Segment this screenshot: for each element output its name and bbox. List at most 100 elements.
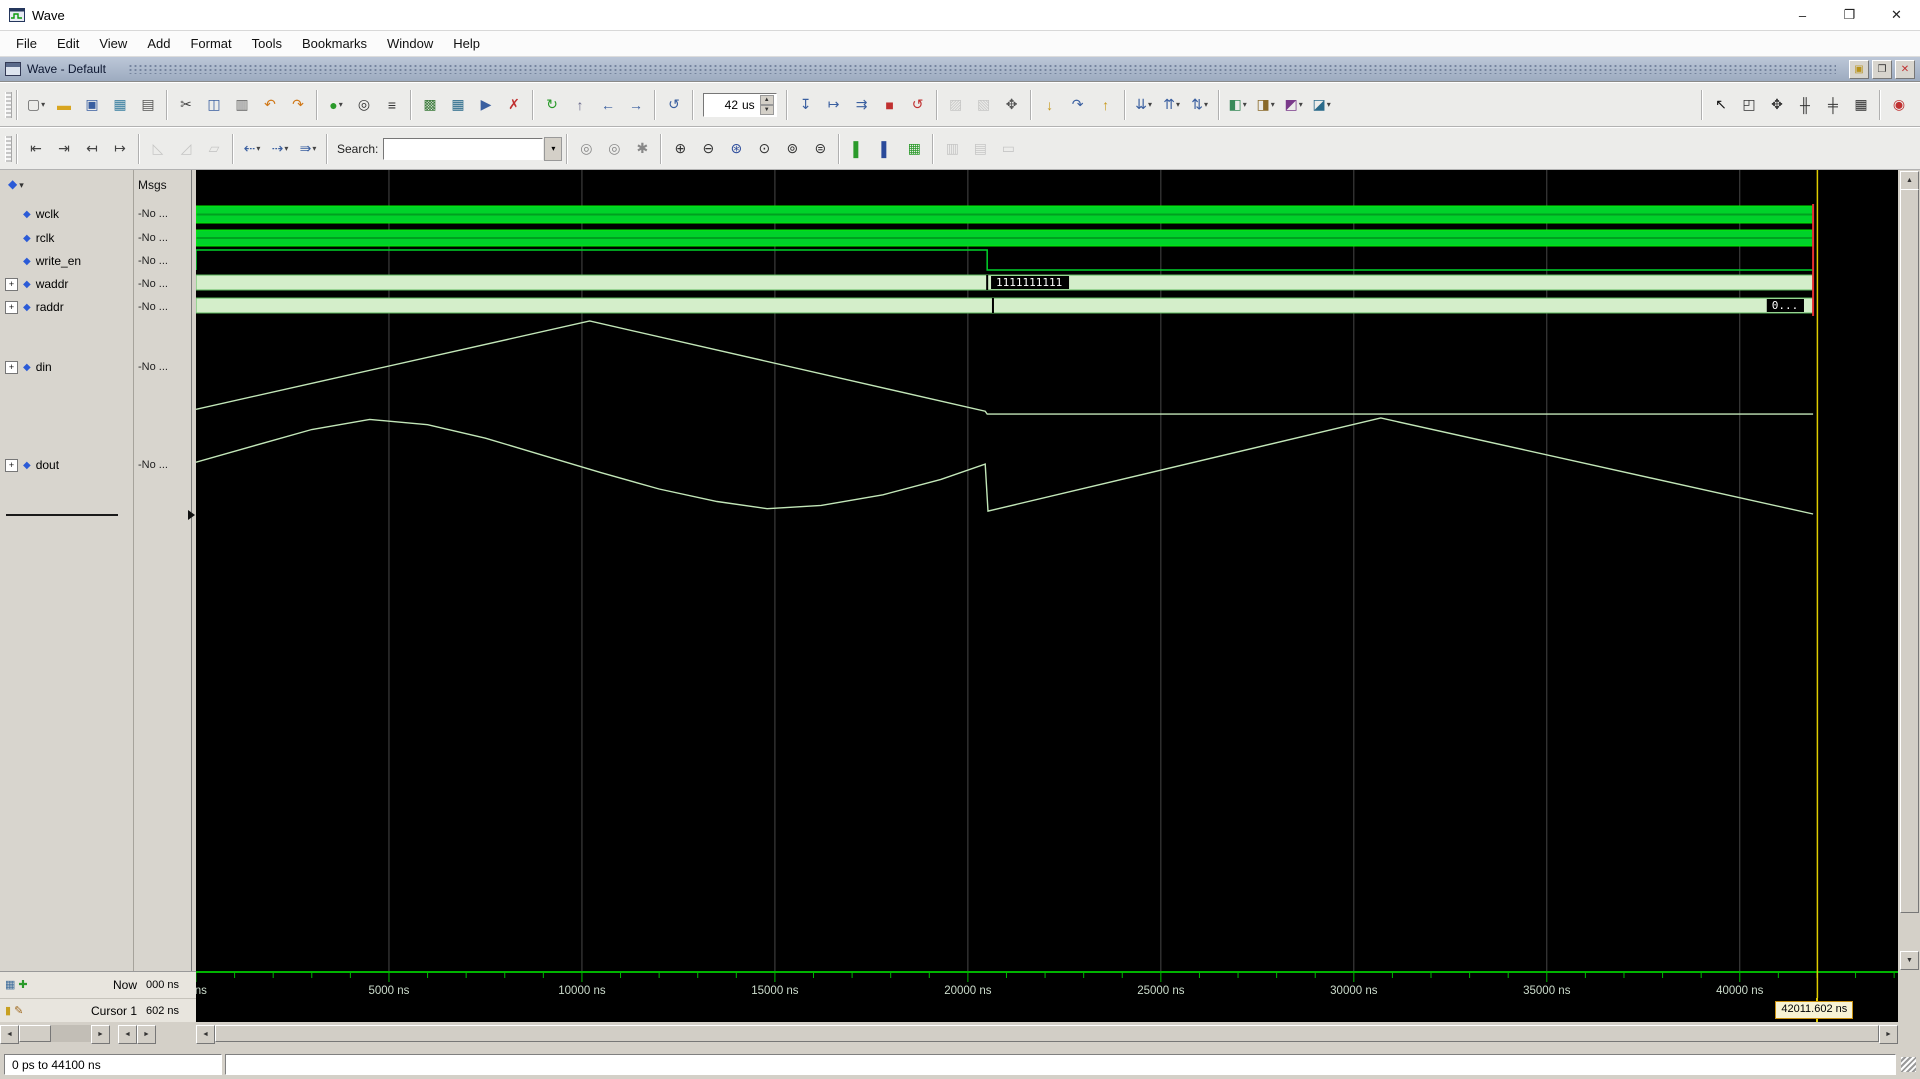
zoom-in-icon[interactable]: ⊕ [667, 136, 693, 162]
signal-row-rclk[interactable]: ◆ rclk -No ... [0, 228, 191, 248]
expander-icon[interactable]: + [5, 458, 18, 472]
panel-scroll-thumb[interactable] [19, 1025, 51, 1042]
close-button[interactable]: ✕ [1873, 0, 1920, 30]
wave-scroll-track[interactable] [215, 1025, 1879, 1042]
expander-icon[interactable]: + [5, 277, 18, 291]
panel-scroll-right-icon[interactable]: ► [91, 1025, 110, 1044]
edit-cursor-icon[interactable]: ✎ [14, 1005, 23, 1017]
add-cursor-icon[interactable]: ✚ [18, 979, 27, 991]
menu-window[interactable]: Window [377, 36, 443, 51]
restart-icon[interactable]: ↺ [661, 92, 687, 118]
expander-icon[interactable]: + [5, 300, 18, 314]
cursor-value-box[interactable]: 42011.602 ns [1775, 1001, 1854, 1019]
pan-mode-icon[interactable]: ✥ [1764, 92, 1790, 118]
new-document-icon[interactable]: ▢ ▾ [23, 92, 49, 118]
timeline-ruler[interactable]: 0 ns 5000 ns 10000 ns 15000 ns 20000 ns 25000… [185, 971, 1898, 998]
signal-row-raddr[interactable]: + ◆ raddr -No ... [0, 297, 191, 317]
copy-icon[interactable]: ◫ [201, 92, 227, 118]
open-icon[interactable]: ▬ [51, 92, 77, 118]
expand-all-icon[interactable]: ▥ [939, 136, 965, 162]
history-forward-icon[interactable]: ⇢ ▾ [267, 136, 293, 162]
falling-edge-icon[interactable]: ⇊ ▾ [1131, 92, 1157, 118]
cursor-mode-icon[interactable]: ╫ [1792, 92, 1818, 118]
dock-icon[interactable]: ▣ [1849, 59, 1869, 79]
select-mode-icon[interactable]: ↖ [1708, 92, 1734, 118]
simulate-icon[interactable]: ▶ [473, 92, 499, 118]
zoom-cursor-icon[interactable]: ⊙ [751, 136, 777, 162]
toolbar-grip[interactable] [5, 91, 12, 118]
redo-icon[interactable]: ↷ [285, 92, 311, 118]
history-jump-icon[interactable]: ⇛ ▾ [295, 136, 321, 162]
paste-icon[interactable]: ▥ [229, 92, 255, 118]
run-length-increase-icon[interactable]: ▲ [759, 94, 774, 105]
wave-scroll-right-icon[interactable]: ► [1879, 1025, 1898, 1044]
back-icon[interactable]: ← [595, 92, 621, 118]
send-to-icon[interactable]: ● ▾ [323, 92, 349, 118]
vertical-scrollbar[interactable]: ▲ ▼ [1899, 170, 1920, 971]
ungroup-icon[interactable]: ◿ [173, 136, 199, 162]
add-wave-window-icon[interactable]: ◧ ▾ [1225, 92, 1251, 118]
menu-edit[interactable]: Edit [47, 36, 89, 51]
end-simulation-icon[interactable]: ✗ [501, 92, 527, 118]
menu-format[interactable]: Format [180, 36, 241, 51]
run-length-field[interactable]: 42 us ▲ ▼ [703, 92, 777, 117]
collapse-range-icon[interactable]: ▭ [995, 136, 1021, 162]
compile-icon[interactable]: ▩ [417, 92, 443, 118]
signal-row-din[interactable]: + ◆ din -No ... [0, 357, 191, 377]
run-all-icon[interactable]: ⇉ [849, 92, 875, 118]
continue-run-icon[interactable]: ↦ [821, 92, 847, 118]
expander-icon[interactable]: + [5, 360, 18, 374]
memory-icon[interactable]: ▧ [971, 92, 997, 118]
run-length-decrease-icon[interactable]: ▼ [759, 104, 774, 115]
search-previous-icon[interactable]: ◎ [573, 136, 599, 162]
rising-edge-icon[interactable]: ⇈ ▾ [1159, 92, 1185, 118]
wave-scroll-left-icon[interactable]: ◄ [196, 1025, 215, 1044]
wave-scroll-thumb[interactable] [215, 1025, 1879, 1042]
zoom-mode-icon[interactable]: ◰ [1736, 92, 1762, 118]
msgs-scroll-left-icon[interactable]: ◄ [118, 1025, 137, 1044]
jump-to-end-icon[interactable]: ⇥ [51, 136, 77, 162]
pane-close-icon[interactable]: ✕ [1895, 59, 1915, 79]
vertical-scroll-thumb[interactable] [1900, 189, 1919, 913]
add-log-window-icon[interactable]: ◩ ▾ [1281, 92, 1307, 118]
compile-all-icon[interactable]: ▦ [445, 92, 471, 118]
jump-to-start-icon[interactable]: ⇤ [23, 136, 49, 162]
window-layout-icon[interactable]: ◪ ▾ [1309, 92, 1335, 118]
collapse-timebar-icon[interactable]: ▦ [5, 979, 15, 991]
previous-event-icon[interactable]: ↤ [79, 136, 105, 162]
save-all-icon[interactable]: ▦ [107, 92, 133, 118]
zoom-full-icon[interactable]: ⊛ [723, 136, 749, 162]
undock-icon[interactable]: ❐ [1872, 59, 1892, 79]
maximize-button[interactable]: ❐ [1826, 0, 1873, 30]
history-back-icon[interactable]: ⇠ ▾ [239, 136, 265, 162]
panel-hscrollbar[interactable]: ◄ ► ◄ ► [0, 1022, 196, 1049]
print-icon[interactable]: ▤ [135, 92, 161, 118]
forward-icon[interactable]: → [623, 92, 649, 118]
signal-row-write_en[interactable]: ◆ write_en -No ... [0, 251, 191, 271]
run-icon[interactable]: ↧ [793, 92, 819, 118]
panel-scroll-track[interactable] [19, 1025, 91, 1042]
signal-filter-icon[interactable]: ◉ [1886, 92, 1912, 118]
wave-hscrollbar[interactable]: ◄ ► [196, 1022, 1898, 1049]
center-cursor-icon[interactable]: ↷ [1065, 92, 1091, 118]
add-list-window-icon[interactable]: ◨ ▾ [1253, 92, 1279, 118]
minimize-button[interactable]: – [1779, 0, 1826, 30]
signal-row-dout[interactable]: + ◆ dout -No ... [0, 455, 191, 475]
stop-icon[interactable]: ↺ [905, 92, 931, 118]
cursor-track[interactable]: 42011.602 ns [196, 998, 1898, 1022]
waveform-canvas[interactable]: 1111111111 0... [195, 170, 1898, 971]
pane-drag-handle[interactable] [127, 64, 1836, 74]
cursor-label[interactable]: Cursor 1 [26, 1004, 146, 1018]
menu-add[interactable]: Add [137, 36, 180, 51]
find-icon[interactable]: ◎ [351, 92, 377, 118]
undo-icon[interactable]: ↶ [257, 92, 283, 118]
wave-pane-header[interactable]: Wave - Default ▣ ❐ ✕ [0, 57, 1920, 82]
menu-view[interactable]: View [89, 36, 137, 51]
cut-icon[interactable]: ✂ [173, 92, 199, 118]
next-event-icon[interactable]: ↦ [107, 136, 133, 162]
expand-time-icon[interactable]: ▦ [901, 136, 927, 162]
environment-up-icon[interactable]: ↑ [567, 92, 593, 118]
any-edge-icon[interactable]: ⇅ ▾ [1187, 92, 1213, 118]
panel-scroll-left-icon[interactable]: ◄ [0, 1025, 19, 1044]
signal-row-waddr[interactable]: + ◆ waddr -No ... [0, 274, 191, 294]
